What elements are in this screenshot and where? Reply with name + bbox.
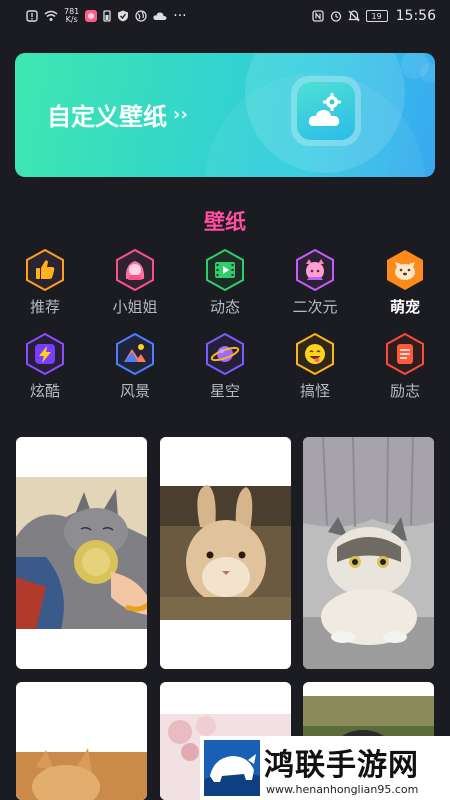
battery-saver-icon: [103, 10, 111, 22]
watermark-title: 鸿联手游网: [264, 748, 419, 783]
mute-icon: [348, 10, 360, 22]
category-cool[interactable]: 炫酷: [15, 332, 75, 401]
more-icon: ···: [173, 8, 187, 24]
planet-icon: [206, 332, 244, 376]
site-watermark: 鸿联手游网 www.henanhonglian95.com: [200, 736, 450, 800]
category-label: 风景: [119, 382, 150, 400]
bison-logo: [204, 740, 260, 796]
thumbs-up-icon: [26, 248, 64, 292]
watermark-url: www.henanhonglian95.com: [266, 783, 419, 796]
wallpaper-thumbnail[interactable]: [303, 437, 434, 669]
cloud-gear-icon: [308, 93, 341, 126]
wallpaper-thumbnail[interactable]: [16, 437, 147, 669]
wallpaper-app-icon: [291, 76, 361, 146]
battery-level: 19: [371, 11, 382, 21]
status-right: 19 15:56: [311, 8, 436, 24]
category-label: 萌宠: [389, 298, 420, 316]
category-label: 推荐: [29, 298, 60, 316]
category-starry-sky[interactable]: 星空: [195, 332, 255, 401]
nfc-icon: [311, 10, 324, 22]
rabbit-photo: [160, 437, 291, 669]
category-recommend[interactable]: 推荐: [15, 248, 75, 317]
category-inspirational[interactable]: 励志: [375, 332, 435, 401]
category-dynamic[interactable]: 动态: [195, 248, 255, 317]
lightning-icon: [26, 332, 64, 376]
category-label: 励志: [389, 382, 420, 400]
category-label: 动态: [209, 298, 240, 316]
chevron-right-icon: ››: [173, 104, 188, 125]
category-pets[interactable]: 萌宠: [375, 248, 435, 317]
kitten-photo: [16, 682, 147, 800]
wallpaper-thumbnail[interactable]: [160, 437, 291, 669]
net-speed: 781 K/s: [64, 8, 79, 24]
category-label: 搞怪: [299, 382, 330, 400]
category-scenery[interactable]: 风景: [105, 332, 165, 401]
section-title: 壁纸: [204, 210, 246, 234]
girl-icon: [116, 248, 154, 292]
category-label: 二次元: [292, 298, 338, 316]
alarm-icon: [330, 11, 341, 22]
cloud-icon: [153, 12, 167, 20]
net-speed-unit: K/s: [65, 15, 78, 24]
video-icon: [206, 248, 244, 292]
wallpaper-thumbnail[interactable]: [16, 682, 147, 800]
funny-face-icon: [296, 332, 334, 376]
dog-icon: [387, 250, 423, 290]
globe-icon: [135, 10, 147, 22]
category-label: 炫酷: [29, 382, 60, 400]
anime-cat-icon: [296, 248, 334, 292]
category-anime[interactable]: 二次元: [285, 248, 345, 317]
note-icon: [386, 332, 424, 376]
category-label: 星空: [209, 382, 240, 400]
banner-title-row: 自定义壁纸 ››: [47, 97, 188, 132]
alert-icon: [26, 10, 38, 22]
category-label: 小姐姐: [112, 298, 158, 316]
status-bar: 781 K/s ··· 19 15:56: [0, 0, 450, 32]
cat-photo: [16, 437, 147, 669]
shield-icon: [118, 10, 129, 22]
wifi-icon: [44, 10, 58, 21]
category-funny[interactable]: 搞怪: [285, 332, 345, 401]
banner-decoration: [401, 53, 435, 83]
category-girls[interactable]: 小姐姐: [105, 248, 165, 317]
banner-title: 自定义壁纸: [47, 103, 167, 131]
battery-indicator: 19: [365, 10, 388, 22]
app-icon: [85, 10, 98, 22]
clock: 15:56: [395, 8, 436, 24]
status-left: 781 K/s ···: [26, 8, 187, 24]
wallpaper-icon-bg: [297, 82, 355, 140]
landscape-icon: [116, 332, 154, 376]
custom-wallpaper-banner[interactable]: 自定义壁纸 ››: [15, 53, 435, 177]
cat-curtain-photo: [303, 437, 434, 669]
